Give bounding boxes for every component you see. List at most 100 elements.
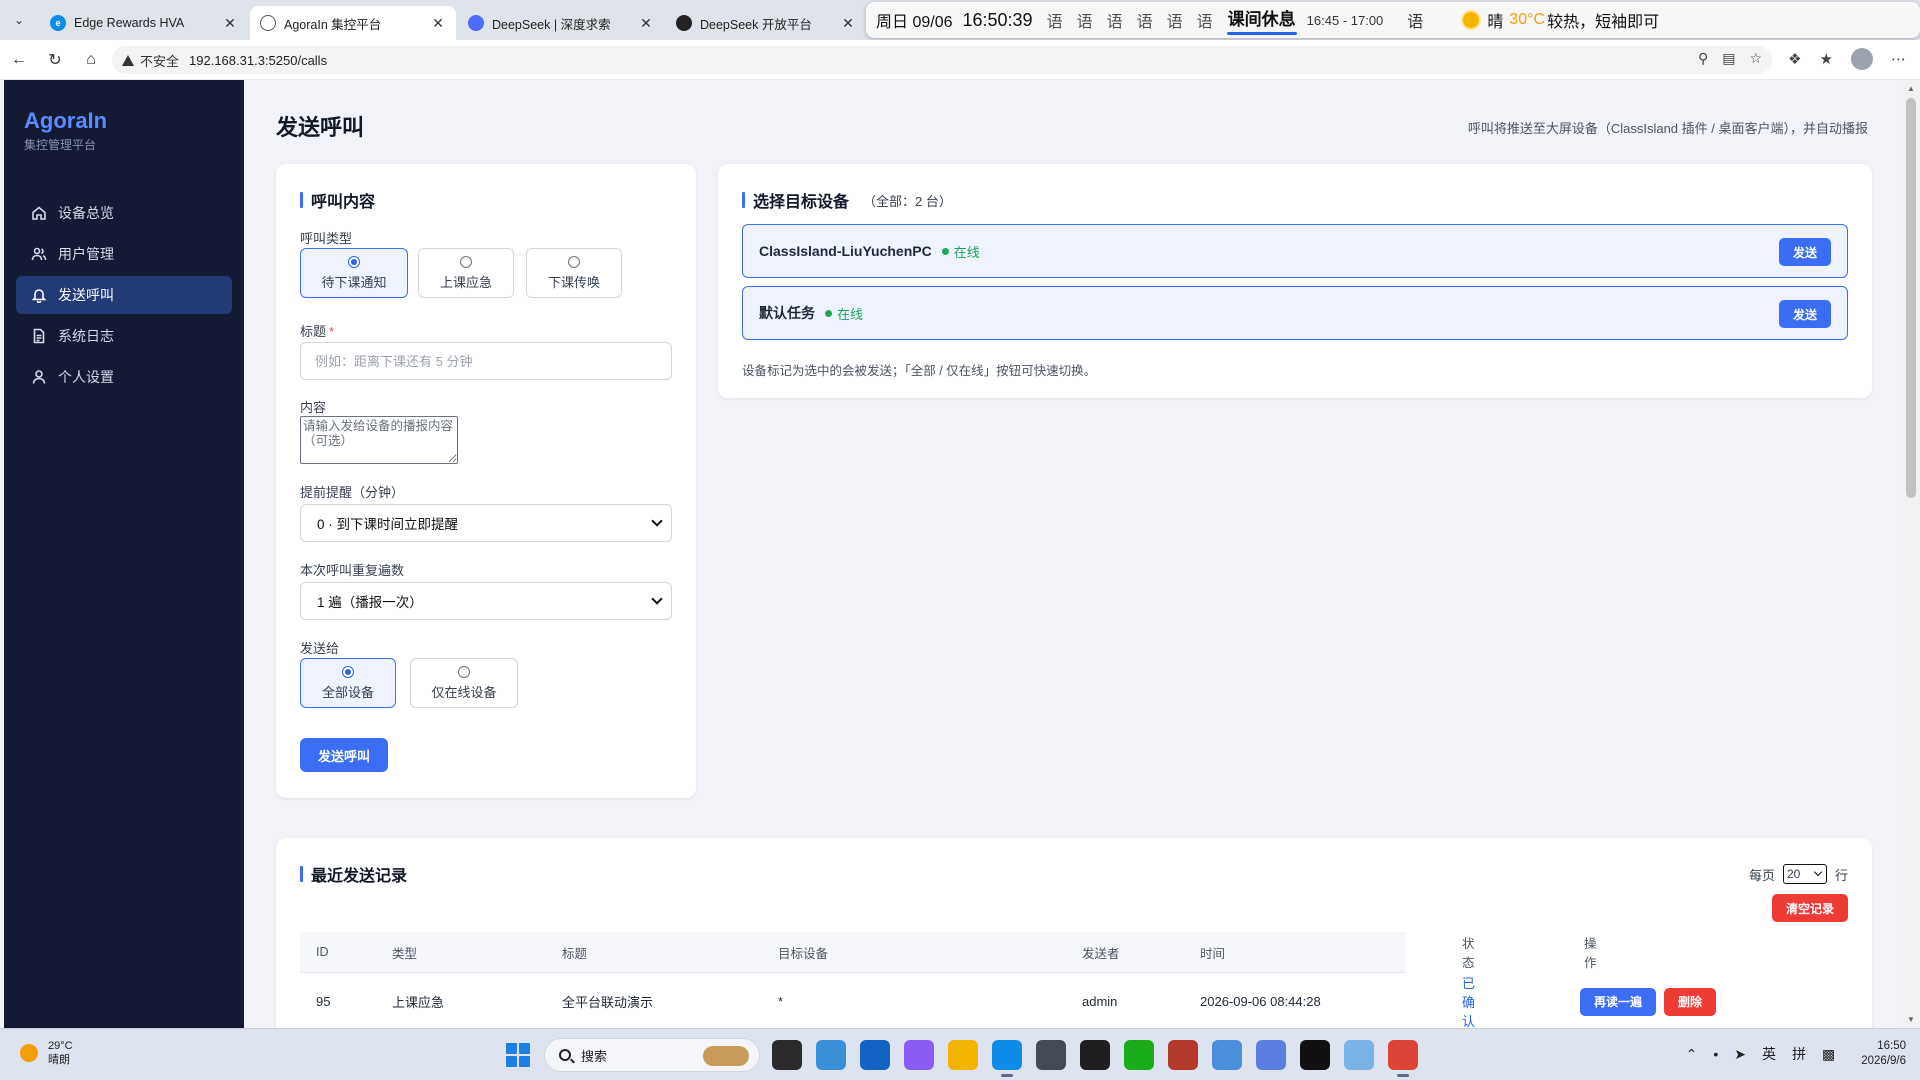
browser-tab-3[interactable]: DeepSeek | 深度求索 ✕	[458, 6, 664, 40]
send-call-button[interactable]: 发送呼叫	[300, 738, 388, 772]
scrollbar-thumb[interactable]	[1906, 98, 1916, 498]
sidebar-item-system-log[interactable]: 系统日志	[16, 317, 232, 355]
call-type-label: 呼叫类型	[300, 231, 353, 246]
reload-icon[interactable]: ↻	[44, 49, 66, 71]
extensions-icon[interactable]: ❖	[1788, 50, 1801, 68]
sidebar-item-devices[interactable]: 设备总览	[16, 194, 232, 232]
device-selection-note: 设备标记为选中的会被发送；「全部 / 仅在线」按钮可快速切换。	[742, 364, 1097, 378]
archive-icon[interactable]	[1168, 1040, 1198, 1070]
deepseek-whale-icon	[676, 15, 692, 31]
ime-language[interactable]: 英	[1762, 1044, 1776, 1064]
device-row[interactable]: 默认任务 在线 发送	[742, 286, 1848, 340]
brand-title: AgoraIn	[24, 108, 108, 133]
scroll-up-icon[interactable]: ▲	[1907, 84, 1915, 93]
url-input[interactable]: 不安全 192.168.31.3:5250/calls ⚲ ▤ ☆	[112, 46, 1772, 74]
copilot-icon[interactable]	[904, 1040, 934, 1070]
taskbar-search[interactable]: 搜索	[544, 1038, 760, 1072]
app-viewport: AgoraIn 集控管理平台 设备总览 用户管理 发送呼叫 系统日志 个人设置 …	[4, 80, 1902, 1028]
device-row[interactable]: ClassIsland-LiuYuchenPC 在线 发送	[742, 224, 1848, 278]
wechat-icon[interactable]	[1124, 1040, 1154, 1070]
call-type-option-after-class-summon[interactable]: 下课传唤	[526, 248, 622, 298]
deepseek-whale-icon	[468, 15, 484, 31]
delete-button[interactable]: 删除	[1664, 987, 1716, 1016]
color-dots-icon[interactable]: •	[1713, 1046, 1718, 1062]
page-scrollbar[interactable]: ▲ ▼	[1902, 80, 1920, 1028]
call-type-option-before-dismissal[interactable]: 待下课通知	[300, 248, 408, 298]
ci-schedule-item: 语	[1196, 14, 1213, 31]
taskbar-weather[interactable]: 29°C 晴朗	[20, 1039, 73, 1067]
close-icon[interactable]: ✕	[638, 15, 654, 32]
location-arrow-icon[interactable]: ➤	[1734, 1046, 1746, 1063]
send-to-online-devices[interactable]: 仅在线设备	[410, 658, 518, 708]
settings-gear-icon[interactable]	[1212, 1040, 1242, 1070]
zed-editor-icon[interactable]	[1300, 1040, 1330, 1070]
repeat-count-label: 本次呼叫重复遍数	[300, 563, 405, 578]
per-page-select[interactable]: 20	[1782, 864, 1827, 884]
browser-tab-2[interactable]: AgoraIn 集控平台 ✕	[250, 6, 456, 40]
favorites-icon[interactable]: ★	[1820, 50, 1833, 68]
favorite-star-icon[interactable]: ☆	[1749, 50, 1762, 67]
close-icon[interactable]: ✕	[430, 15, 446, 32]
widgets-icon[interactable]	[816, 1040, 846, 1070]
title-input[interactable]	[300, 342, 672, 380]
more-menu-icon[interactable]: ⋯	[1891, 50, 1906, 68]
network-volume-icon[interactable]: ▩	[1822, 1046, 1835, 1063]
reader-mode-icon[interactable]: ▤	[1722, 50, 1735, 67]
translate-icon[interactable]	[1256, 1040, 1286, 1070]
browser-tab-4[interactable]: DeepSeek 开放平台 ✕	[666, 6, 866, 40]
notes-icon[interactable]	[1344, 1040, 1374, 1070]
windows-start-icon[interactable]	[506, 1043, 530, 1067]
file-explorer-icon[interactable]	[948, 1040, 978, 1070]
system-tray: ⌃ • ➤ 英 拼 ▩ 16:50 2026/9/6	[1686, 1039, 1906, 1069]
app-cube-icon[interactable]	[1036, 1040, 1066, 1070]
device-count: （全部：2 台）	[863, 193, 952, 209]
radio-selected-icon	[342, 665, 354, 678]
device-send-button[interactable]: 发送	[1779, 300, 1831, 328]
sun-icon	[1463, 12, 1480, 28]
brand: AgoraIn 集控管理平台	[24, 108, 107, 153]
back-arrow-icon[interactable]: ←	[8, 49, 30, 71]
send-to-all-devices[interactable]: 全部设备	[300, 658, 396, 708]
radio-unselected-icon	[458, 665, 470, 678]
close-icon[interactable]: ✕	[222, 15, 238, 32]
document-icon	[30, 327, 48, 345]
ime-mode[interactable]: 拼	[1792, 1044, 1806, 1064]
advance-reminder-select[interactable]: 0 · 到下课时间立即提醒	[300, 504, 672, 542]
sidebar-item-profile[interactable]: 个人设置	[16, 358, 232, 396]
sidebar-menu: 设备总览 用户管理 发送呼叫 系统日志 个人设置	[16, 194, 232, 399]
bell-icon	[30, 286, 48, 304]
edge-icon: e	[50, 15, 66, 31]
device-name: ClassIsland-LiuYuchenPC	[759, 243, 932, 259]
device-send-button[interactable]: 发送	[1779, 238, 1831, 266]
replay-button[interactable]: 再读一遍	[1580, 987, 1656, 1016]
call-type-option-class-emergency[interactable]: 上课应急	[418, 248, 514, 298]
key-icon[interactable]: ⚲	[1698, 50, 1708, 67]
ci-current-class: 课间休息	[1226, 5, 1297, 35]
users-icon	[30, 245, 48, 263]
scroll-down-icon[interactable]: ▼	[1907, 1015, 1915, 1024]
repeat-count-select[interactable]: 1 遍（播报一次）	[300, 582, 672, 620]
column-header-actions: 操作	[1584, 937, 1597, 970]
clear-records-button[interactable]: 清空记录	[1772, 894, 1848, 922]
chrome-icon[interactable]	[1388, 1040, 1418, 1077]
edge-browser-icon[interactable]	[992, 1040, 1022, 1077]
store-icon[interactable]	[860, 1040, 890, 1070]
task-view-icon[interactable]	[772, 1040, 802, 1070]
tab-actions-chevron-icon[interactable]: ⌄	[6, 7, 32, 33]
terminal-icon[interactable]	[1080, 1040, 1110, 1070]
column-header-time: 时间	[1200, 946, 1226, 961]
chevron-up-icon[interactable]: ⌃	[1686, 1046, 1698, 1063]
profile-avatar[interactable]	[1851, 48, 1873, 70]
close-icon[interactable]: ✕	[840, 15, 856, 32]
content-textarea[interactable]	[300, 416, 458, 464]
browser-tab-1[interactable]: e Edge Rewards HVA ✕	[40, 6, 248, 40]
user-icon	[30, 368, 48, 386]
target-devices-heading: 选择目标设备 （全部：2 台）	[742, 188, 952, 212]
sidebar-item-users[interactable]: 用户管理	[16, 235, 232, 273]
browser-address-bar: ← ↻ ⌂ 不安全 192.168.31.3:5250/calls ⚲ ▤ ☆ …	[0, 40, 1920, 80]
home-icon[interactable]: ⌂	[80, 49, 102, 71]
taskbar-clock[interactable]: 16:50 2026/9/6	[1861, 1039, 1906, 1069]
device-name: 默认任务	[759, 305, 815, 321]
sidebar-item-send-call[interactable]: 发送呼叫	[16, 276, 232, 314]
globe-icon	[260, 15, 276, 31]
